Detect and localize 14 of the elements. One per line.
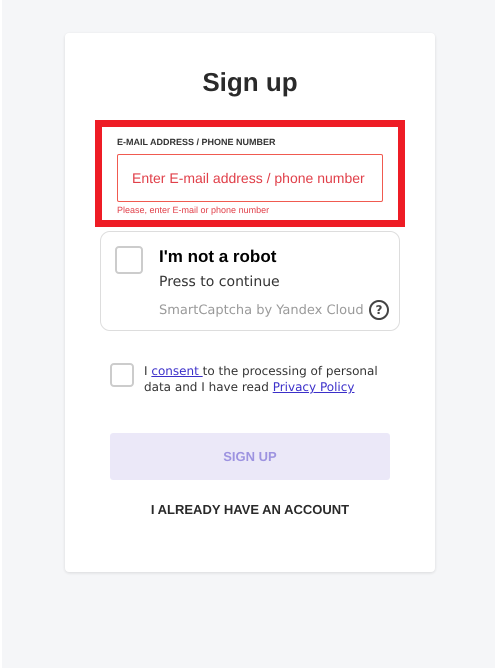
login-link[interactable]: I ALREADY HAVE AN ACCOUNT xyxy=(150,502,350,517)
captcha-brand: SmartCaptcha by Yandex Cloud xyxy=(159,302,364,318)
help-icon[interactable]: ? xyxy=(369,300,389,320)
policy-link[interactable]: Privacy Policy xyxy=(272,380,354,394)
captcha-title: I'm not a robot xyxy=(159,247,278,267)
captcha-subtitle: Press to continue xyxy=(159,274,281,290)
captcha-checkbox[interactable] xyxy=(115,246,143,274)
page-title: Sign up xyxy=(202,67,298,98)
field-label: E-MAIL ADDRESS / PHONE NUMBER xyxy=(117,137,277,147)
error-message: Please, enter E-mail or phone number xyxy=(117,205,270,215)
email-field[interactable]: Enter E-mail address / phone number xyxy=(117,154,383,202)
consent-text: I consent to the processing of personal data and I have read Privacy Policy xyxy=(144,363,379,395)
consent-checkbox[interactable] xyxy=(110,363,134,387)
consent-link[interactable]: consent xyxy=(151,364,203,378)
